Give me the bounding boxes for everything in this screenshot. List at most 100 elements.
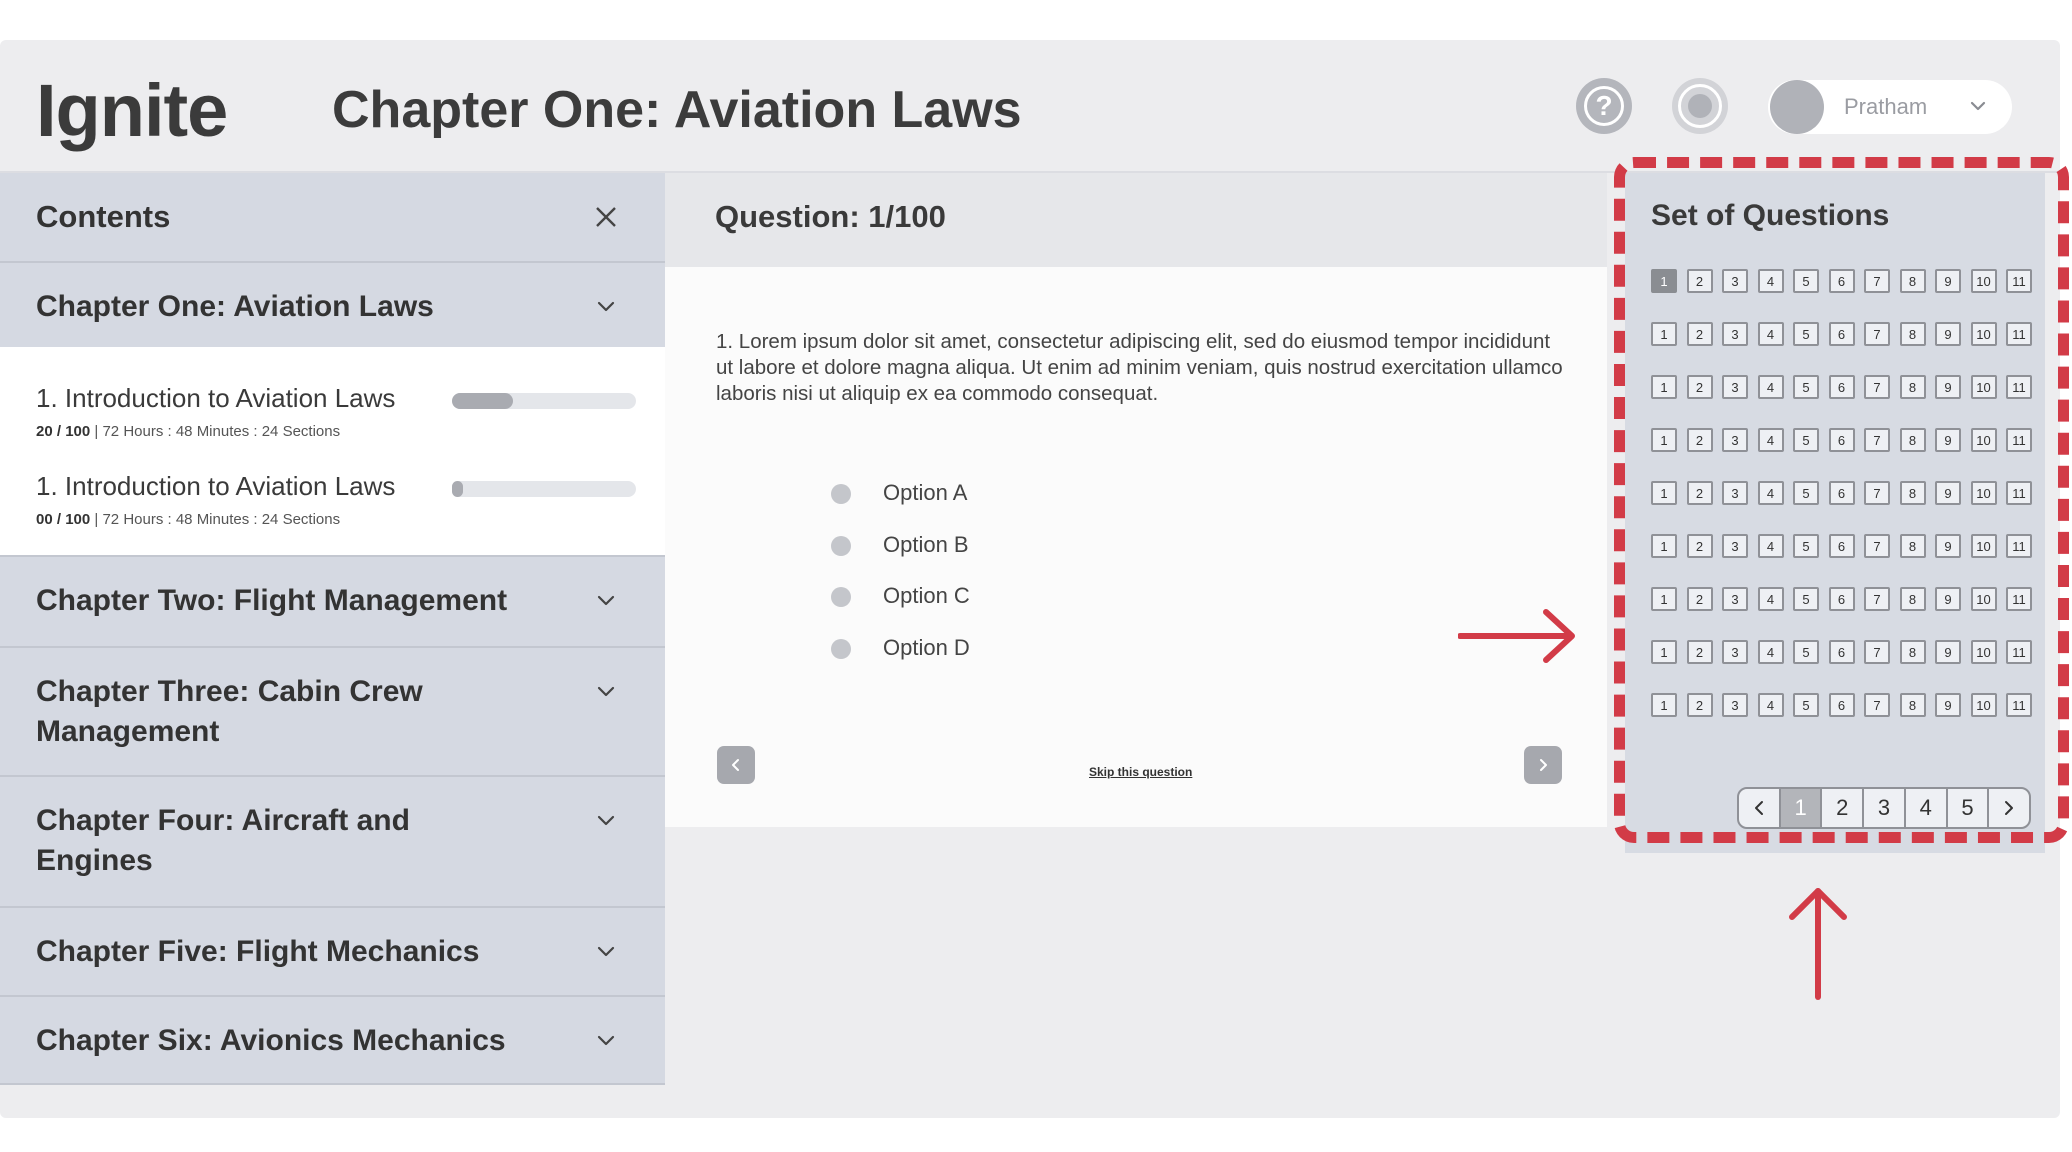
chapter-item-6[interactable]: Chapter Six: Avionics Mechanics — [0, 997, 665, 1085]
question-number-button[interactable]: 9 — [1935, 269, 1961, 293]
question-number-button[interactable]: 2 — [1686, 693, 1713, 717]
user-menu[interactable]: Pratham — [1768, 80, 2012, 134]
question-number-button[interactable]: 10 — [1970, 375, 1997, 399]
question-number-button[interactable]: 4 — [1757, 269, 1784, 293]
pagination-page-button[interactable]: 3 — [1864, 789, 1906, 827]
question-number-button[interactable]: 8 — [1899, 269, 1926, 293]
question-number-button[interactable]: 6 — [1828, 375, 1855, 399]
close-icon[interactable] — [594, 205, 618, 229]
pagination-page-button[interactable]: 2 — [1822, 789, 1865, 827]
question-number-button[interactable]: 9 — [1935, 481, 1961, 505]
question-number-button[interactable]: 1 — [1651, 481, 1677, 505]
question-number-button[interactable]: 4 — [1757, 375, 1784, 399]
question-number-button[interactable]: 11 — [2006, 481, 2032, 505]
question-number-button[interactable]: 3 — [1722, 322, 1748, 346]
pagination-prev-button[interactable] — [1739, 789, 1781, 827]
question-number-button[interactable]: 5 — [1793, 587, 1819, 611]
chapter-item-2[interactable]: Chapter Two: Flight Management — [0, 557, 665, 648]
question-number-button[interactable]: 1 — [1651, 693, 1677, 717]
question-number-button[interactable]: 8 — [1899, 693, 1926, 717]
question-number-button[interactable]: 3 — [1722, 269, 1748, 293]
question-number-button[interactable]: 6 — [1828, 322, 1855, 346]
question-number-button[interactable]: 10 — [1970, 322, 1997, 346]
question-number-button[interactable]: 8 — [1899, 375, 1926, 399]
question-number-button[interactable]: 11 — [2006, 428, 2032, 452]
question-number-button[interactable]: 3 — [1722, 481, 1748, 505]
question-number-button[interactable]: 5 — [1793, 481, 1819, 505]
question-number-button[interactable]: 7 — [1864, 428, 1890, 452]
question-number-button[interactable]: 7 — [1864, 640, 1890, 664]
radio-button[interactable] — [831, 536, 851, 556]
question-number-button[interactable]: 5 — [1793, 428, 1819, 452]
question-number-button[interactable]: 10 — [1970, 534, 1997, 558]
question-number-button[interactable]: 11 — [2006, 534, 2032, 558]
question-number-button[interactable]: 9 — [1935, 322, 1961, 346]
question-number-button[interactable]: 5 — [1793, 322, 1819, 346]
record-button[interactable] — [1672, 78, 1728, 134]
question-number-button[interactable]: 7 — [1864, 481, 1890, 505]
question-number-button[interactable]: 11 — [2006, 587, 2032, 611]
question-number-button[interactable]: 11 — [2006, 693, 2032, 717]
previous-question-button[interactable] — [717, 746, 755, 784]
question-number-button[interactable]: 5 — [1793, 375, 1819, 399]
question-number-button[interactable]: 9 — [1935, 693, 1961, 717]
question-number-button[interactable]: 11 — [2006, 269, 2032, 293]
question-number-button[interactable]: 1 — [1651, 428, 1677, 452]
question-number-button[interactable]: 5 — [1793, 693, 1819, 717]
lesson-item[interactable]: 1. Introduction to Aviation Laws 00 / 10… — [36, 471, 636, 541]
question-number-button[interactable]: 8 — [1899, 322, 1926, 346]
question-number-button[interactable]: 6 — [1828, 534, 1855, 558]
question-number-button[interactable]: 2 — [1686, 587, 1713, 611]
question-number-button[interactable]: 3 — [1722, 587, 1748, 611]
question-number-button[interactable]: 9 — [1935, 587, 1961, 611]
question-number-button[interactable]: 10 — [1970, 693, 1997, 717]
question-number-button[interactable]: 3 — [1722, 534, 1748, 558]
question-number-button[interactable]: 2 — [1686, 375, 1713, 399]
question-number-button[interactable]: 8 — [1899, 587, 1926, 611]
question-number-button[interactable]: 2 — [1686, 481, 1713, 505]
question-number-button[interactable]: 3 — [1722, 693, 1748, 717]
question-number-button[interactable]: 4 — [1757, 481, 1784, 505]
question-number-button[interactable]: 1 — [1651, 375, 1677, 399]
question-number-button[interactable]: 2 — [1686, 322, 1713, 346]
question-number-button[interactable]: 3 — [1722, 640, 1748, 664]
question-number-button[interactable]: 11 — [2006, 375, 2032, 399]
question-number-button[interactable]: 4 — [1757, 534, 1784, 558]
option-c[interactable]: Option C — [831, 581, 1131, 613]
question-number-button[interactable]: 8 — [1899, 481, 1926, 505]
question-number-button[interactable]: 7 — [1864, 322, 1890, 346]
question-number-button[interactable]: 9 — [1935, 375, 1961, 399]
question-number-button[interactable]: 9 — [1935, 534, 1961, 558]
question-number-button[interactable]: 6 — [1828, 428, 1855, 452]
pagination-page-button[interactable]: 4 — [1906, 789, 1948, 827]
question-number-button[interactable]: 3 — [1722, 428, 1748, 452]
lesson-item[interactable]: 1. Introduction to Aviation Laws 20 / 10… — [36, 383, 636, 453]
chapter-item-5[interactable]: Chapter Five: Flight Mechanics — [0, 908, 665, 997]
question-number-button[interactable]: 4 — [1757, 640, 1784, 664]
question-number-button[interactable]: 2 — [1686, 534, 1713, 558]
option-a[interactable]: Option A — [831, 478, 1131, 510]
radio-button[interactable] — [831, 484, 851, 504]
pagination-page-button[interactable]: 1 — [1780, 789, 1823, 827]
question-number-button[interactable]: 1 — [1651, 269, 1677, 293]
question-number-button[interactable]: 5 — [1793, 640, 1819, 664]
question-number-button[interactable]: 7 — [1864, 269, 1890, 293]
question-number-button[interactable]: 10 — [1970, 269, 1997, 293]
question-number-button[interactable]: 8 — [1899, 534, 1926, 558]
question-number-button[interactable]: 4 — [1757, 693, 1784, 717]
question-number-button[interactable]: 7 — [1864, 587, 1890, 611]
question-number-button[interactable]: 11 — [2006, 322, 2032, 346]
question-number-button[interactable]: 5 — [1793, 269, 1819, 293]
option-d[interactable]: Option D — [831, 633, 1131, 665]
question-number-button[interactable]: 1 — [1651, 322, 1677, 346]
question-number-button[interactable]: 10 — [1970, 640, 1997, 664]
radio-button[interactable] — [831, 587, 851, 607]
question-number-button[interactable]: 7 — [1864, 375, 1890, 399]
pagination-page-button[interactable]: 5 — [1948, 789, 1990, 827]
question-number-button[interactable]: 2 — [1686, 640, 1713, 664]
question-number-button[interactable]: 10 — [1970, 481, 1997, 505]
question-number-button[interactable]: 5 — [1793, 534, 1819, 558]
question-number-button[interactable]: 1 — [1651, 640, 1677, 664]
question-number-button[interactable]: 10 — [1970, 428, 1997, 452]
question-number-button[interactable]: 6 — [1828, 640, 1855, 664]
